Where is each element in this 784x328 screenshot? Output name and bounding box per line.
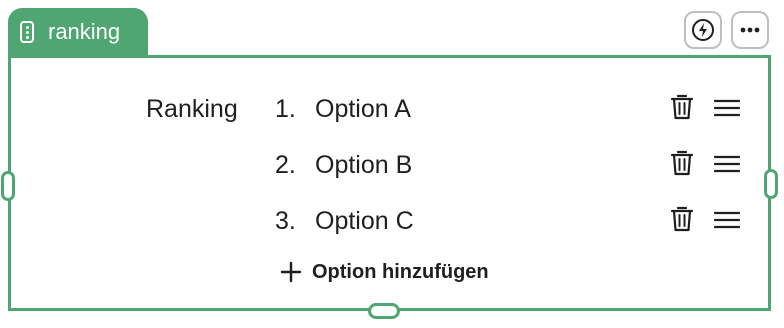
option-label[interactable]: Option B: [315, 151, 412, 180]
option-number: 2.: [275, 151, 296, 179]
lightning-bolt-icon: [692, 19, 714, 41]
option-label[interactable]: Option A: [315, 95, 411, 124]
more-horizontal-icon: [740, 27, 760, 33]
trash-icon[interactable]: [670, 205, 694, 233]
add-option-button[interactable]: Option hinzufügen: [280, 258, 489, 286]
drag-handle-icon[interactable]: [714, 155, 740, 173]
add-option-label: Option hinzufügen: [312, 260, 489, 283]
question-label[interactable]: Ranking: [146, 95, 238, 124]
resize-handle-bottom[interactable]: [368, 303, 400, 319]
drag-handle-icon[interactable]: [714, 99, 740, 117]
option-number: 3.: [275, 207, 296, 235]
option-label[interactable]: Option C: [315, 207, 414, 236]
trash-icon[interactable]: [670, 93, 694, 121]
drag-handle-icon[interactable]: [714, 211, 740, 229]
trash-icon[interactable]: [670, 149, 694, 177]
resize-handle-right[interactable]: [764, 169, 778, 199]
plus-icon: [280, 261, 302, 283]
more-options-button[interactable]: [731, 11, 769, 49]
resize-handle-left[interactable]: [1, 171, 15, 201]
quick-action-button[interactable]: [684, 11, 722, 49]
block-type-tab[interactable]: ranking: [8, 8, 148, 56]
block-type-label: ranking: [48, 19, 121, 44]
vertical-dots-card-icon: [20, 21, 34, 43]
option-number: 1.: [275, 95, 296, 123]
